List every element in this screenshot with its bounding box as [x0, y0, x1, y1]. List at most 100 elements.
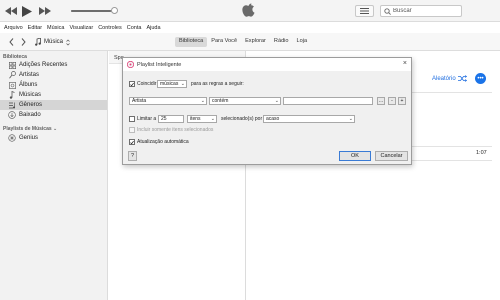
- menu-controles[interactable]: Controles: [98, 25, 122, 31]
- ok-button[interactable]: OK: [339, 151, 371, 161]
- back-button[interactable]: [6, 37, 16, 47]
- dialog-title-bar: Playlist Inteligente ×: [123, 58, 411, 71]
- tab-loja[interactable]: Loja: [293, 37, 312, 47]
- menu-bar: Arquivo Editar Música Visualizar Control…: [0, 22, 500, 33]
- shuffle-icon: [457, 75, 467, 82]
- sidebar-item-adicoes-recentes[interactable]: Adições Recentes: [0, 60, 107, 70]
- grid-icon: [8, 61, 16, 69]
- limit-method-select[interactable]: acaso ⌄: [263, 115, 355, 123]
- smart-playlist-dialog: Playlist Inteligente × Coincidir músicas…: [122, 57, 412, 165]
- volume-knob[interactable]: [111, 7, 118, 14]
- search-input[interactable]: [393, 8, 457, 14]
- media-picker-label: Música: [44, 39, 64, 45]
- rewind-icon: [5, 7, 17, 15]
- rule-field-select[interactable]: Artista ⌄: [129, 97, 207, 105]
- rule-operator-value: contém: [212, 98, 229, 104]
- match-scope-value: músicas: [160, 81, 179, 87]
- checkmark-icon: [130, 140, 134, 144]
- play-button[interactable]: [21, 5, 33, 17]
- limit-unit-value: itens: [190, 116, 201, 122]
- sidebar-item-generos[interactable]: Gêneros: [0, 100, 107, 110]
- search-field[interactable]: [380, 5, 462, 17]
- sidebar-item-musicas[interactable]: Músicas: [0, 90, 107, 100]
- plus-icon: +: [400, 98, 404, 104]
- music-note-icon: [35, 38, 41, 46]
- shuffle-label: Aleatório: [432, 75, 456, 82]
- rule-field-value: Artista: [132, 98, 147, 104]
- only-selected-checkbox[interactable]: [129, 127, 135, 133]
- volume-slider[interactable]: [71, 7, 118, 14]
- limit-label: Limitar a: [137, 116, 157, 122]
- sidebar-library-heading: Biblioteca: [3, 54, 27, 60]
- chevron-down-icon: ⌄: [53, 126, 58, 132]
- chevron-down-icon: ⌄: [348, 116, 353, 122]
- chevron-down-icon: ⌄: [200, 98, 205, 104]
- rule-operator-select[interactable]: contém ⌄: [209, 97, 281, 105]
- fast-forward-button[interactable]: [39, 5, 51, 17]
- navigation-bar: Música Biblioteca Para Você Explorar Rád…: [0, 33, 500, 51]
- remove-rule-button[interactable]: -: [388, 97, 396, 105]
- sidebar-item-albuns[interactable]: Álbuns: [0, 80, 107, 90]
- selected-by-label: selecionado(s) por: [221, 116, 263, 122]
- rule-value-input[interactable]: [283, 97, 373, 105]
- menu-ajuda[interactable]: Ajuda: [146, 25, 160, 31]
- more-options-button[interactable]: •••: [475, 73, 486, 84]
- sidebar-item-artistas[interactable]: Artistas: [0, 70, 107, 80]
- player-toolbar: [0, 0, 500, 22]
- sidebar-item-baixado[interactable]: Baixado: [0, 110, 107, 120]
- music-note-icon: [8, 91, 16, 99]
- ellipsis-icon: •••: [477, 75, 484, 82]
- sidebar-item-genius[interactable]: Genius: [0, 133, 107, 143]
- live-update-label: Atualização automática: [137, 139, 189, 145]
- match-label: Coincidir: [137, 81, 157, 87]
- cancel-button[interactable]: Cancelar: [375, 151, 408, 161]
- minus-icon: -: [391, 98, 393, 104]
- sidebar: Biblioteca Adições Recentes Artistas Álb…: [0, 51, 108, 300]
- sidebar-playlists-heading-label: Playlists de Músicas: [3, 126, 52, 132]
- match-checkbox[interactable]: [129, 81, 135, 87]
- up-next-button[interactable]: [355, 5, 374, 17]
- microphone-icon: [8, 71, 16, 79]
- chevron-down-icon: ⌄: [274, 98, 279, 104]
- shuffle-button[interactable]: Aleatório: [432, 75, 467, 82]
- chevron-right-icon: [21, 38, 26, 46]
- apple-logo-icon: [242, 3, 256, 19]
- search-icon: [384, 7, 391, 15]
- menu-editar[interactable]: Editar: [28, 25, 42, 31]
- tab-biblioteca[interactable]: Biblioteca: [175, 37, 208, 47]
- match-scope-select[interactable]: músicas ⌄: [157, 80, 187, 88]
- help-icon: ?: [130, 153, 135, 159]
- help-button[interactable]: ?: [128, 151, 137, 161]
- itunes-app-icon: [127, 61, 134, 68]
- limit-unit-select[interactable]: itens ⌄: [187, 115, 217, 123]
- sidebar-item-label: Gêneros: [19, 102, 43, 108]
- chevron-down-icon: ⌄: [210, 116, 215, 122]
- sidebar-item-label: Álbuns: [19, 82, 38, 88]
- sidebar-item-label: Genius: [19, 135, 39, 141]
- menu-musica[interactable]: Música: [47, 25, 64, 31]
- add-rule-button[interactable]: +: [398, 97, 406, 105]
- volume-fill: [71, 10, 111, 12]
- tab-radio[interactable]: Rádio: [270, 37, 293, 47]
- sidebar-playlists-heading[interactable]: Playlists de Músicas ⌄: [0, 120, 107, 133]
- chevron-down-icon: ⌄: [180, 81, 185, 87]
- ellipsis-icon: …: [378, 98, 384, 104]
- forward-button[interactable]: [18, 37, 28, 47]
- rewind-button[interactable]: [5, 5, 17, 17]
- fast-forward-icon: [39, 7, 51, 15]
- close-icon[interactable]: ×: [403, 60, 407, 67]
- tab-explorar[interactable]: Explorar: [241, 37, 270, 47]
- tab-para-voce[interactable]: Para Você: [207, 37, 241, 47]
- menu-arquivo[interactable]: Arquivo: [4, 25, 23, 31]
- genius-icon: [8, 134, 16, 142]
- media-type-picker[interactable]: Música: [35, 37, 70, 47]
- menu-visualizar[interactable]: Visualizar: [69, 25, 93, 31]
- chevron-left-icon: [8, 38, 13, 46]
- menu-conta[interactable]: Conta: [127, 25, 142, 31]
- live-update-checkbox[interactable]: [129, 139, 135, 145]
- limit-checkbox[interactable]: [129, 116, 135, 122]
- rule-options-button[interactable]: …: [377, 97, 385, 105]
- limit-amount-input[interactable]: 25: [158, 115, 184, 123]
- match-suffix-label: para as regras a seguir:: [191, 81, 244, 87]
- list-icon: [360, 8, 369, 14]
